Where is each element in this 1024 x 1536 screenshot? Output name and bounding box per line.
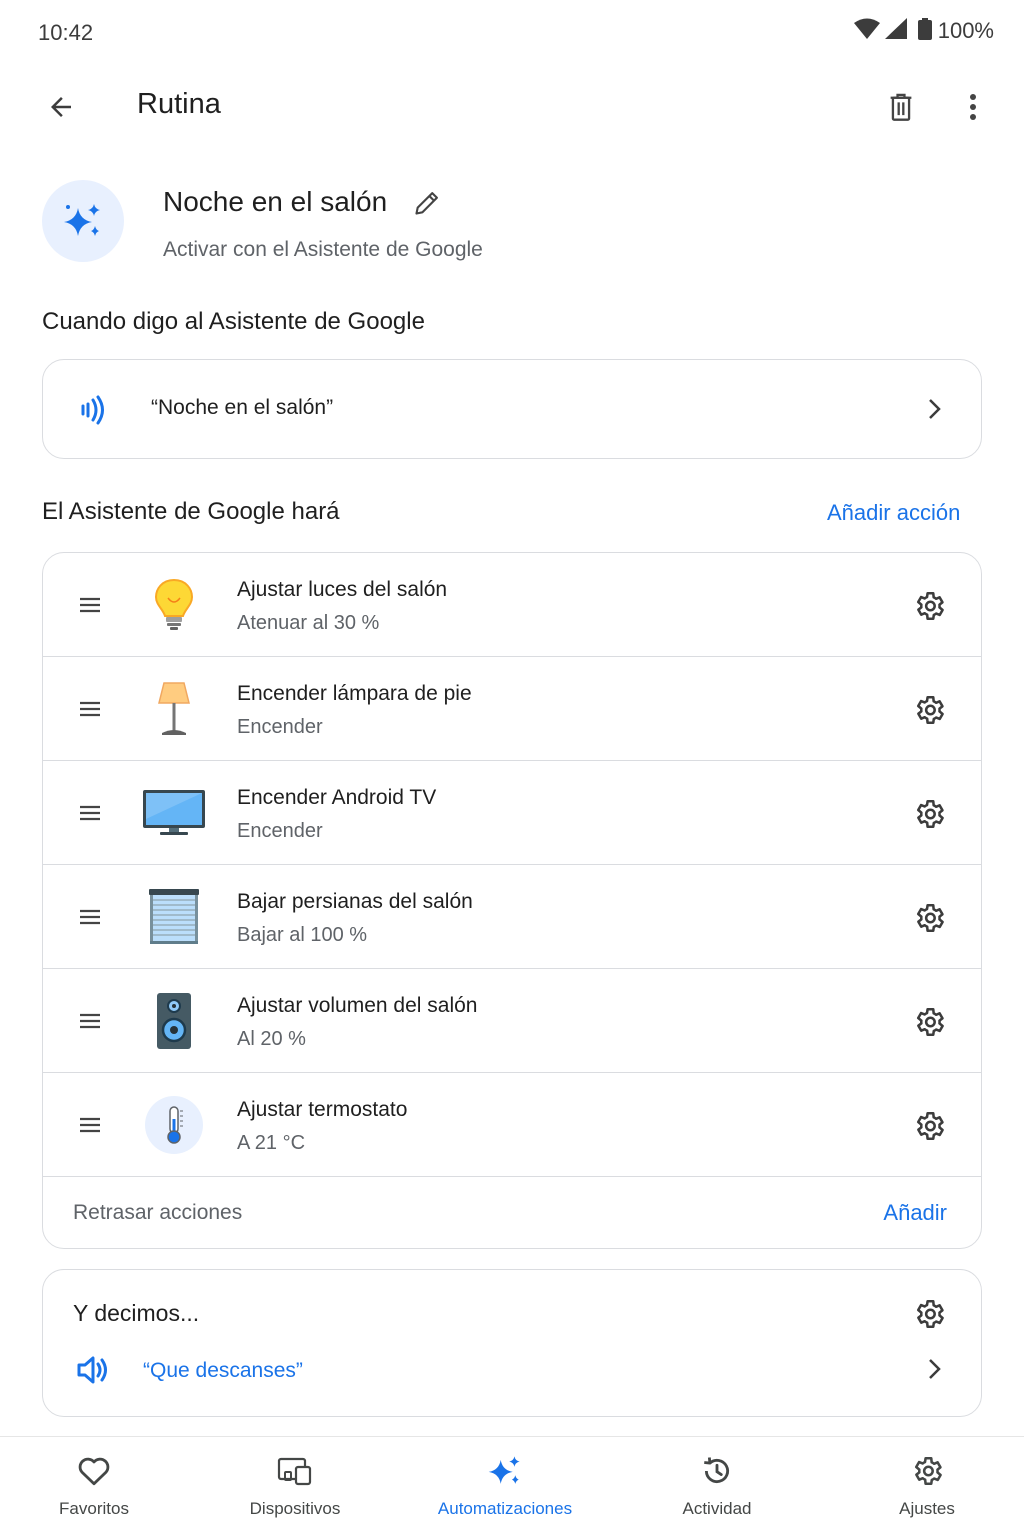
action-title: Ajustar volumen del salón [237, 994, 478, 1017]
action-row-blinds[interactable]: Bajar persianas del salón Bajar al 100 % [43, 865, 981, 969]
blinds-icon [139, 885, 209, 949]
actions-card: Ajustar luces del salón Atenuar al 30 % … [42, 552, 982, 1249]
add-delay-button[interactable]: Añadir [883, 1200, 947, 1226]
battery-icon [917, 17, 932, 45]
action-settings-button[interactable] [909, 690, 949, 730]
reply-title: Y decimos... [73, 1300, 200, 1326]
gear-icon [916, 591, 944, 621]
action-row-lights[interactable]: Ajustar luces del salón Atenuar al 30 % [43, 553, 981, 657]
action-settings-button[interactable] [909, 898, 949, 938]
starter-section-title: Cuando digo al Asistente de Google [42, 308, 425, 335]
nav-actividad[interactable]: Actividad [667, 1437, 767, 1536]
bottom-nav: Favoritos Dispositivos Automatizaciones [0, 1436, 1024, 1536]
starter-phrase: “Noche en el salón” [151, 396, 334, 419]
actions-section-title: El Asistente de Google hará [42, 498, 340, 525]
status-time: 10:42 [38, 20, 94, 45]
action-subtitle: Encender [237, 716, 323, 738]
drag-handle-icon[interactable] [77, 590, 103, 620]
action-row-speaker[interactable]: Ajustar volumen del salón Al 20 % [43, 969, 981, 1073]
delay-actions-label: Retrasar acciones [73, 1201, 243, 1224]
nav-label: Actividad [682, 1499, 752, 1518]
drag-handle-icon[interactable] [77, 1110, 103, 1140]
action-title: Encender lámpara de pie [237, 682, 472, 705]
nav-dispositivos[interactable]: Dispositivos [235, 1437, 355, 1536]
nav-label: Ajustes [899, 1499, 955, 1518]
drag-handle-icon[interactable] [77, 1006, 103, 1036]
chevron-right-icon[interactable] [919, 1354, 949, 1384]
gear-icon [916, 1299, 944, 1329]
speaker-icon [139, 989, 209, 1053]
nav-label: Automatizaciones [437, 1499, 573, 1518]
action-row-floor-lamp[interactable]: Encender lámpara de pie Encender [43, 657, 981, 761]
routine-header: Noche en el salón Activar con el Asisten… [0, 170, 1024, 270]
floor-lamp-icon [139, 677, 209, 741]
gear-icon [916, 799, 944, 829]
action-subtitle: A 21 °C [237, 1132, 306, 1154]
reply-card: Y decimos... “Que descanses” [42, 1269, 982, 1417]
sparkle-icon [485, 1451, 525, 1491]
voice-wave-icon [73, 388, 117, 432]
more-vert-icon [970, 94, 976, 120]
nav-ajustes[interactable]: Ajustes [877, 1437, 977, 1536]
routine-subtitle: Activar con el Asistente de Google [163, 238, 483, 261]
status-bar: 10:42 100% [0, 0, 1024, 66]
history-icon [697, 1451, 737, 1491]
back-button[interactable] [38, 84, 84, 130]
action-row-tv[interactable]: Encender Android TV Encender [43, 761, 981, 865]
arrow-back-icon [51, 97, 71, 117]
delay-actions-row: Retrasar acciones Añadir [43, 1177, 981, 1248]
drag-handle-icon[interactable] [77, 902, 103, 932]
action-title: Ajustar luces del salón [237, 578, 448, 601]
sparkle-icon [64, 204, 100, 236]
battery-percent: 100% [937, 18, 994, 43]
routine-avatar [42, 180, 124, 262]
action-settings-button[interactable] [909, 1002, 949, 1042]
signal-icon [884, 17, 908, 45]
drag-handle-icon[interactable] [77, 694, 103, 724]
action-row-thermostat[interactable]: Ajustar termostato A 21 °C [43, 1073, 981, 1177]
reply-settings-button[interactable] [909, 1294, 949, 1334]
action-settings-button[interactable] [909, 794, 949, 834]
action-settings-button[interactable] [909, 586, 949, 626]
nav-label: Dispositivos [249, 1499, 341, 1518]
tv-icon [139, 781, 209, 845]
chevron-right-icon [919, 394, 949, 424]
gear-icon [916, 1007, 944, 1037]
trash-icon [890, 93, 912, 121]
gear-icon [907, 1451, 947, 1491]
delete-button[interactable] [878, 84, 924, 130]
page-title: Rutina [137, 88, 221, 120]
gear-icon [916, 903, 944, 933]
devices-icon [275, 1451, 315, 1491]
lightbulb-icon [139, 573, 209, 637]
status-icons: 100% [853, 16, 994, 46]
action-subtitle: Al 20 % [237, 1028, 306, 1050]
action-title: Encender Android TV [237, 786, 437, 809]
more-options-button[interactable] [950, 84, 996, 130]
add-action-button[interactable]: Añadir acción [827, 500, 960, 526]
action-subtitle: Bajar al 100 % [237, 924, 368, 946]
action-settings-button[interactable] [909, 1106, 949, 1146]
gear-icon [916, 695, 944, 725]
action-title: Bajar persianas del salón [237, 890, 473, 913]
routine-name: Noche en el salón [163, 186, 388, 217]
wifi-icon [853, 18, 880, 45]
action-title: Ajustar termostato [237, 1098, 408, 1121]
reply-text[interactable]: “Que descanses” [143, 1359, 303, 1383]
gear-icon [916, 1111, 944, 1141]
nav-label: Favoritos [59, 1499, 129, 1518]
nav-automatizaciones[interactable]: Automatizaciones [420, 1437, 590, 1536]
thermometer-icon [139, 1093, 209, 1157]
pencil-icon [415, 192, 438, 215]
nav-favoritos[interactable]: Favoritos [44, 1437, 144, 1536]
drag-handle-icon[interactable] [77, 798, 103, 828]
heart-icon [74, 1451, 114, 1491]
edit-name-button[interactable] [408, 184, 446, 222]
app-bar: Rutina [0, 66, 1024, 148]
action-subtitle: Atenuar al 30 % [237, 612, 380, 634]
volume-icon [73, 1350, 113, 1390]
starter-card[interactable]: “Noche en el salón” [42, 359, 982, 459]
action-subtitle: Encender [237, 820, 323, 842]
